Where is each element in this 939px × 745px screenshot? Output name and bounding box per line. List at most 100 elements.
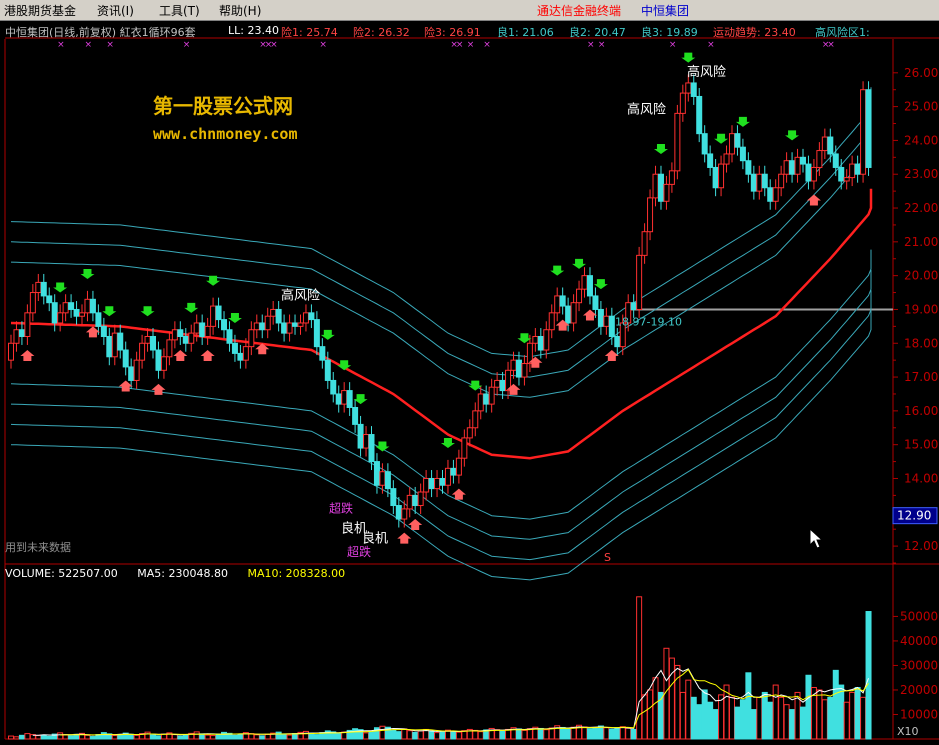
candle-body bbox=[778, 173, 785, 189]
candle-body bbox=[789, 160, 796, 175]
volume-bar bbox=[865, 611, 872, 740]
menu-tools[interactable]: 工具(T) bbox=[159, 2, 200, 19]
volume-bar bbox=[526, 728, 533, 740]
menu-help[interactable]: 帮助(H) bbox=[219, 2, 261, 19]
buy-signal-arrow-icon bbox=[151, 383, 166, 395]
candle-body bbox=[199, 322, 206, 337]
sell-signal-arrow-icon bbox=[337, 360, 352, 371]
candle-body bbox=[750, 173, 757, 192]
candle-body bbox=[657, 173, 664, 202]
candle-body bbox=[79, 312, 86, 317]
volume-bar bbox=[761, 691, 768, 740]
price-tick-label: 18.00 bbox=[904, 336, 938, 350]
candle-body bbox=[171, 329, 178, 341]
candle-body bbox=[122, 349, 129, 368]
sell-signal-arrow-icon bbox=[80, 269, 95, 280]
buy-signal-arrow-icon bbox=[397, 532, 412, 544]
info-item: 良3: 19.89 bbox=[641, 26, 698, 39]
volume-value: VOLUME: 522507.00 bbox=[5, 567, 118, 580]
candle-body bbox=[379, 471, 386, 486]
candle-body bbox=[292, 322, 299, 327]
candle-body bbox=[712, 166, 719, 189]
volume-bar bbox=[18, 734, 25, 740]
menu-news[interactable]: 资讯(I) bbox=[97, 2, 134, 19]
volume-bar bbox=[679, 691, 686, 740]
volume-bar bbox=[570, 726, 577, 740]
candle-body bbox=[384, 471, 391, 490]
candle-body bbox=[767, 187, 774, 202]
volume-bar bbox=[259, 735, 266, 740]
candle-body bbox=[8, 342, 14, 361]
candle-body bbox=[499, 379, 506, 392]
price-tick-label: 15.00 bbox=[904, 438, 938, 452]
chart-area[interactable]: ×××××××××××××××××× 12.0013.0014.0015.001… bbox=[0, 21, 939, 745]
candle-body bbox=[319, 346, 326, 361]
volume-bar bbox=[543, 729, 550, 740]
candle-body bbox=[647, 197, 654, 233]
sell-signal-arrow-icon bbox=[714, 133, 729, 144]
volume-tick-label: 50000 bbox=[900, 609, 938, 623]
menu-bar: 港股期货基金 资讯(I) 工具(T) 帮助(H) 通达信金融终端 中恒集团 bbox=[0, 0, 939, 21]
candle-body bbox=[18, 329, 25, 337]
cross-marker: × bbox=[707, 40, 715, 50]
candle-body bbox=[395, 505, 402, 520]
menu-hk-futures[interactable]: 港股期货基金 bbox=[4, 2, 76, 19]
candle-body bbox=[35, 281, 42, 294]
volume-bar bbox=[821, 699, 828, 740]
candle-body bbox=[510, 359, 517, 371]
volume-bar bbox=[368, 730, 375, 740]
candle-body bbox=[838, 166, 845, 182]
candle-body bbox=[46, 295, 53, 304]
volume-bar bbox=[647, 689, 654, 740]
candle-body bbox=[603, 315, 610, 327]
cross-marker: × bbox=[587, 40, 595, 50]
candle-body bbox=[461, 437, 468, 459]
candle-body bbox=[188, 332, 195, 344]
band-line-1 bbox=[10, 290, 872, 561]
candle-body bbox=[428, 477, 435, 490]
volume-bar bbox=[728, 696, 735, 740]
volume-bar bbox=[816, 689, 823, 740]
sell-signal-arrow-icon bbox=[681, 52, 696, 63]
candle-body bbox=[548, 312, 555, 331]
candle-body bbox=[455, 457, 462, 476]
sell-signal-arrow-icon bbox=[375, 441, 390, 452]
volume-bar bbox=[805, 674, 812, 740]
buy-signal-arrow-icon bbox=[85, 326, 100, 338]
candle-body bbox=[843, 177, 850, 182]
candle-body bbox=[652, 173, 659, 199]
candle-body bbox=[226, 329, 233, 344]
candle-body bbox=[335, 393, 342, 405]
kline-chart[interactable]: ×××××××××××××××××× 12.0013.0014.0015.001… bbox=[0, 21, 939, 745]
candle-body bbox=[690, 82, 697, 97]
candle-body bbox=[663, 183, 670, 202]
price-tick-label: 16.00 bbox=[904, 404, 938, 418]
candle-body bbox=[745, 160, 752, 175]
candle-body bbox=[592, 295, 599, 310]
volume-bar bbox=[144, 731, 151, 740]
volume-bar bbox=[62, 734, 69, 740]
candle-body bbox=[718, 163, 725, 189]
ma5-value: MA5: 230048.80 bbox=[137, 567, 228, 580]
price-tick-label: 23.00 bbox=[904, 167, 938, 181]
volume-bar bbox=[756, 696, 763, 740]
volume-bar bbox=[182, 734, 189, 740]
volume-bar bbox=[253, 734, 260, 740]
candle-body bbox=[177, 329, 184, 337]
sell-signal-arrow-icon bbox=[227, 312, 242, 323]
candle-body bbox=[95, 312, 102, 327]
candle-body bbox=[231, 342, 238, 354]
volume-bar bbox=[117, 734, 124, 740]
volume-bar bbox=[581, 726, 588, 740]
volume-bar bbox=[155, 735, 162, 740]
price-tick-label: 14.00 bbox=[904, 471, 938, 485]
sell-signal-arrow-icon bbox=[735, 116, 750, 127]
candle-body bbox=[166, 339, 173, 358]
volume-bar bbox=[494, 729, 501, 740]
candle-body bbox=[423, 477, 430, 493]
sell-signal-arrow-icon bbox=[140, 306, 155, 317]
volume-bar bbox=[718, 694, 725, 740]
info-item: 险2: 26.32 bbox=[353, 26, 410, 39]
candle-body bbox=[29, 292, 36, 314]
info-item: 良2: 20.47 bbox=[569, 26, 626, 39]
